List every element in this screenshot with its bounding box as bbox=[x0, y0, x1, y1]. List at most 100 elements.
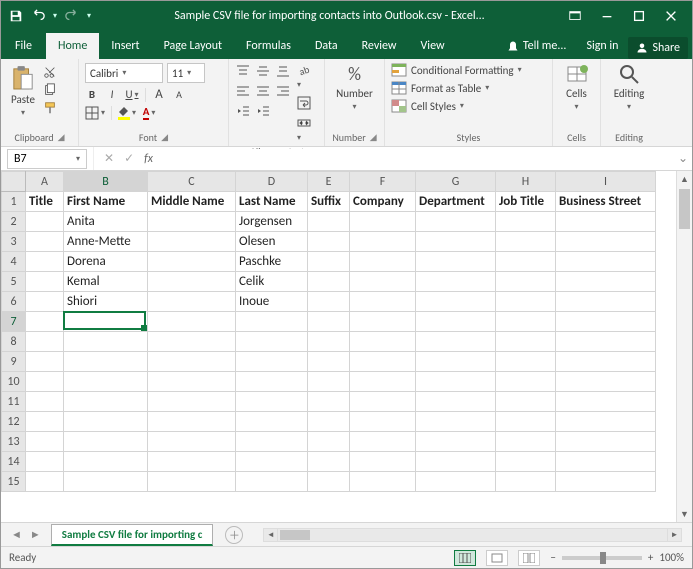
cell[interactable] bbox=[556, 352, 656, 372]
cell[interactable] bbox=[350, 332, 416, 352]
cell[interactable] bbox=[556, 252, 656, 272]
tab-view[interactable]: View bbox=[409, 33, 457, 59]
cell[interactable] bbox=[496, 452, 556, 472]
format-painter-icon[interactable] bbox=[43, 101, 57, 115]
cell[interactable] bbox=[556, 392, 656, 412]
cell[interactable]: Celik bbox=[236, 272, 308, 292]
row-header[interactable]: 1 bbox=[2, 192, 26, 212]
row-header[interactable]: 7 bbox=[2, 312, 26, 332]
cell[interactable] bbox=[350, 432, 416, 452]
cell[interactable] bbox=[556, 292, 656, 312]
cell[interactable] bbox=[308, 352, 350, 372]
tab-home[interactable]: Home bbox=[46, 33, 99, 59]
row-header[interactable]: 11 bbox=[2, 392, 26, 412]
cell[interactable] bbox=[556, 232, 656, 252]
cell[interactable] bbox=[308, 452, 350, 472]
cell[interactable] bbox=[416, 332, 496, 352]
hscroll-right-icon[interactable]: ► bbox=[667, 529, 681, 541]
cell[interactable] bbox=[496, 332, 556, 352]
col-header[interactable]: I bbox=[556, 172, 656, 192]
cell[interactable] bbox=[236, 332, 308, 352]
col-header[interactable]: A bbox=[26, 172, 64, 192]
view-page-layout-icon[interactable] bbox=[486, 550, 508, 566]
hscroll-left-icon[interactable]: ◄ bbox=[264, 529, 278, 541]
cell[interactable] bbox=[236, 432, 308, 452]
editing-button[interactable]: Editing▾ bbox=[607, 63, 651, 112]
number-launcher-icon[interactable]: ◢ bbox=[370, 132, 377, 143]
redo-icon[interactable] bbox=[65, 9, 79, 23]
cell[interactable] bbox=[350, 452, 416, 472]
cell[interactable] bbox=[556, 432, 656, 452]
cell[interactable] bbox=[148, 472, 236, 492]
cell[interactable] bbox=[308, 372, 350, 392]
cell[interactable] bbox=[148, 432, 236, 452]
cell[interactable] bbox=[236, 372, 308, 392]
cell[interactable] bbox=[496, 312, 556, 332]
align-bottom-icon[interactable] bbox=[275, 63, 291, 79]
grow-font-button[interactable]: A bbox=[152, 87, 166, 102]
scroll-up-icon[interactable]: ▲ bbox=[677, 171, 692, 187]
cell[interactable] bbox=[148, 392, 236, 412]
cell[interactable] bbox=[148, 292, 236, 312]
conditional-formatting-button[interactable]: Conditional Formatting▾ bbox=[391, 63, 546, 77]
cell[interactable] bbox=[308, 252, 350, 272]
cell[interactable] bbox=[556, 332, 656, 352]
font-size-combo[interactable]: 11▾ bbox=[167, 63, 205, 83]
cell[interactable]: Job Title bbox=[496, 192, 556, 212]
cell-styles-button[interactable]: Cell Styles▾ bbox=[391, 99, 546, 113]
cell[interactable] bbox=[416, 212, 496, 232]
cell[interactable] bbox=[308, 392, 350, 412]
row-header[interactable]: 2 bbox=[2, 212, 26, 232]
cell[interactable] bbox=[236, 472, 308, 492]
cell[interactable] bbox=[236, 452, 308, 472]
cell[interactable]: Anita bbox=[64, 212, 148, 232]
sheet-nav-next-icon[interactable]: ► bbox=[30, 528, 41, 541]
cell[interactable] bbox=[350, 412, 416, 432]
cell[interactable] bbox=[26, 472, 64, 492]
cell[interactable] bbox=[496, 252, 556, 272]
worksheet[interactable]: ABCDEFGHI1TitleFirst NameMiddle NameLast… bbox=[1, 171, 692, 522]
cell[interactable] bbox=[350, 472, 416, 492]
close-icon[interactable] bbox=[664, 9, 678, 23]
cell[interactable] bbox=[148, 232, 236, 252]
enter-formula-icon[interactable]: ✓ bbox=[124, 151, 134, 166]
cell[interactable]: Business Street bbox=[556, 192, 656, 212]
number-format-button[interactable]: Number bbox=[336, 87, 373, 100]
cell[interactable] bbox=[148, 272, 236, 292]
cell[interactable] bbox=[236, 352, 308, 372]
cells-button[interactable]: Cells▾ bbox=[559, 63, 594, 112]
scroll-down-icon[interactable]: ▼ bbox=[677, 506, 692, 522]
cell[interactable] bbox=[350, 252, 416, 272]
row-header[interactable]: 14 bbox=[2, 452, 26, 472]
col-header[interactable]: B bbox=[64, 172, 148, 192]
sheet-tab-active[interactable]: Sample CSV file for importing c bbox=[51, 524, 214, 546]
cell[interactable]: Jorgensen bbox=[236, 212, 308, 232]
tab-formulas[interactable]: Formulas bbox=[234, 33, 303, 59]
cell[interactable] bbox=[308, 292, 350, 312]
tab-page-layout[interactable]: Page Layout bbox=[152, 33, 234, 59]
cell[interactable] bbox=[496, 392, 556, 412]
ribbon-options-icon[interactable] bbox=[568, 9, 582, 23]
view-page-break-icon[interactable] bbox=[518, 550, 540, 566]
cell[interactable] bbox=[350, 232, 416, 252]
increase-indent-icon[interactable] bbox=[255, 103, 271, 119]
cell[interactable] bbox=[308, 312, 350, 332]
view-normal-icon[interactable] bbox=[454, 550, 476, 566]
align-center-icon[interactable] bbox=[255, 83, 271, 99]
cell[interactable] bbox=[26, 212, 64, 232]
cell[interactable] bbox=[350, 292, 416, 312]
cell[interactable] bbox=[496, 292, 556, 312]
cell[interactable] bbox=[416, 272, 496, 292]
cell[interactable] bbox=[148, 452, 236, 472]
col-header[interactable]: H bbox=[496, 172, 556, 192]
clipboard-launcher-icon[interactable]: ◢ bbox=[58, 132, 65, 143]
save-icon[interactable] bbox=[9, 9, 23, 23]
cell[interactable] bbox=[148, 372, 236, 392]
vertical-scrollbar[interactable]: ▲ ▼ bbox=[676, 171, 692, 522]
zoom-slider[interactable] bbox=[562, 556, 642, 560]
cell[interactable]: Paschke bbox=[236, 252, 308, 272]
cell[interactable] bbox=[26, 312, 64, 332]
zoom-in-button[interactable]: + bbox=[648, 551, 653, 564]
cell[interactable] bbox=[556, 372, 656, 392]
row-header[interactable]: 5 bbox=[2, 272, 26, 292]
